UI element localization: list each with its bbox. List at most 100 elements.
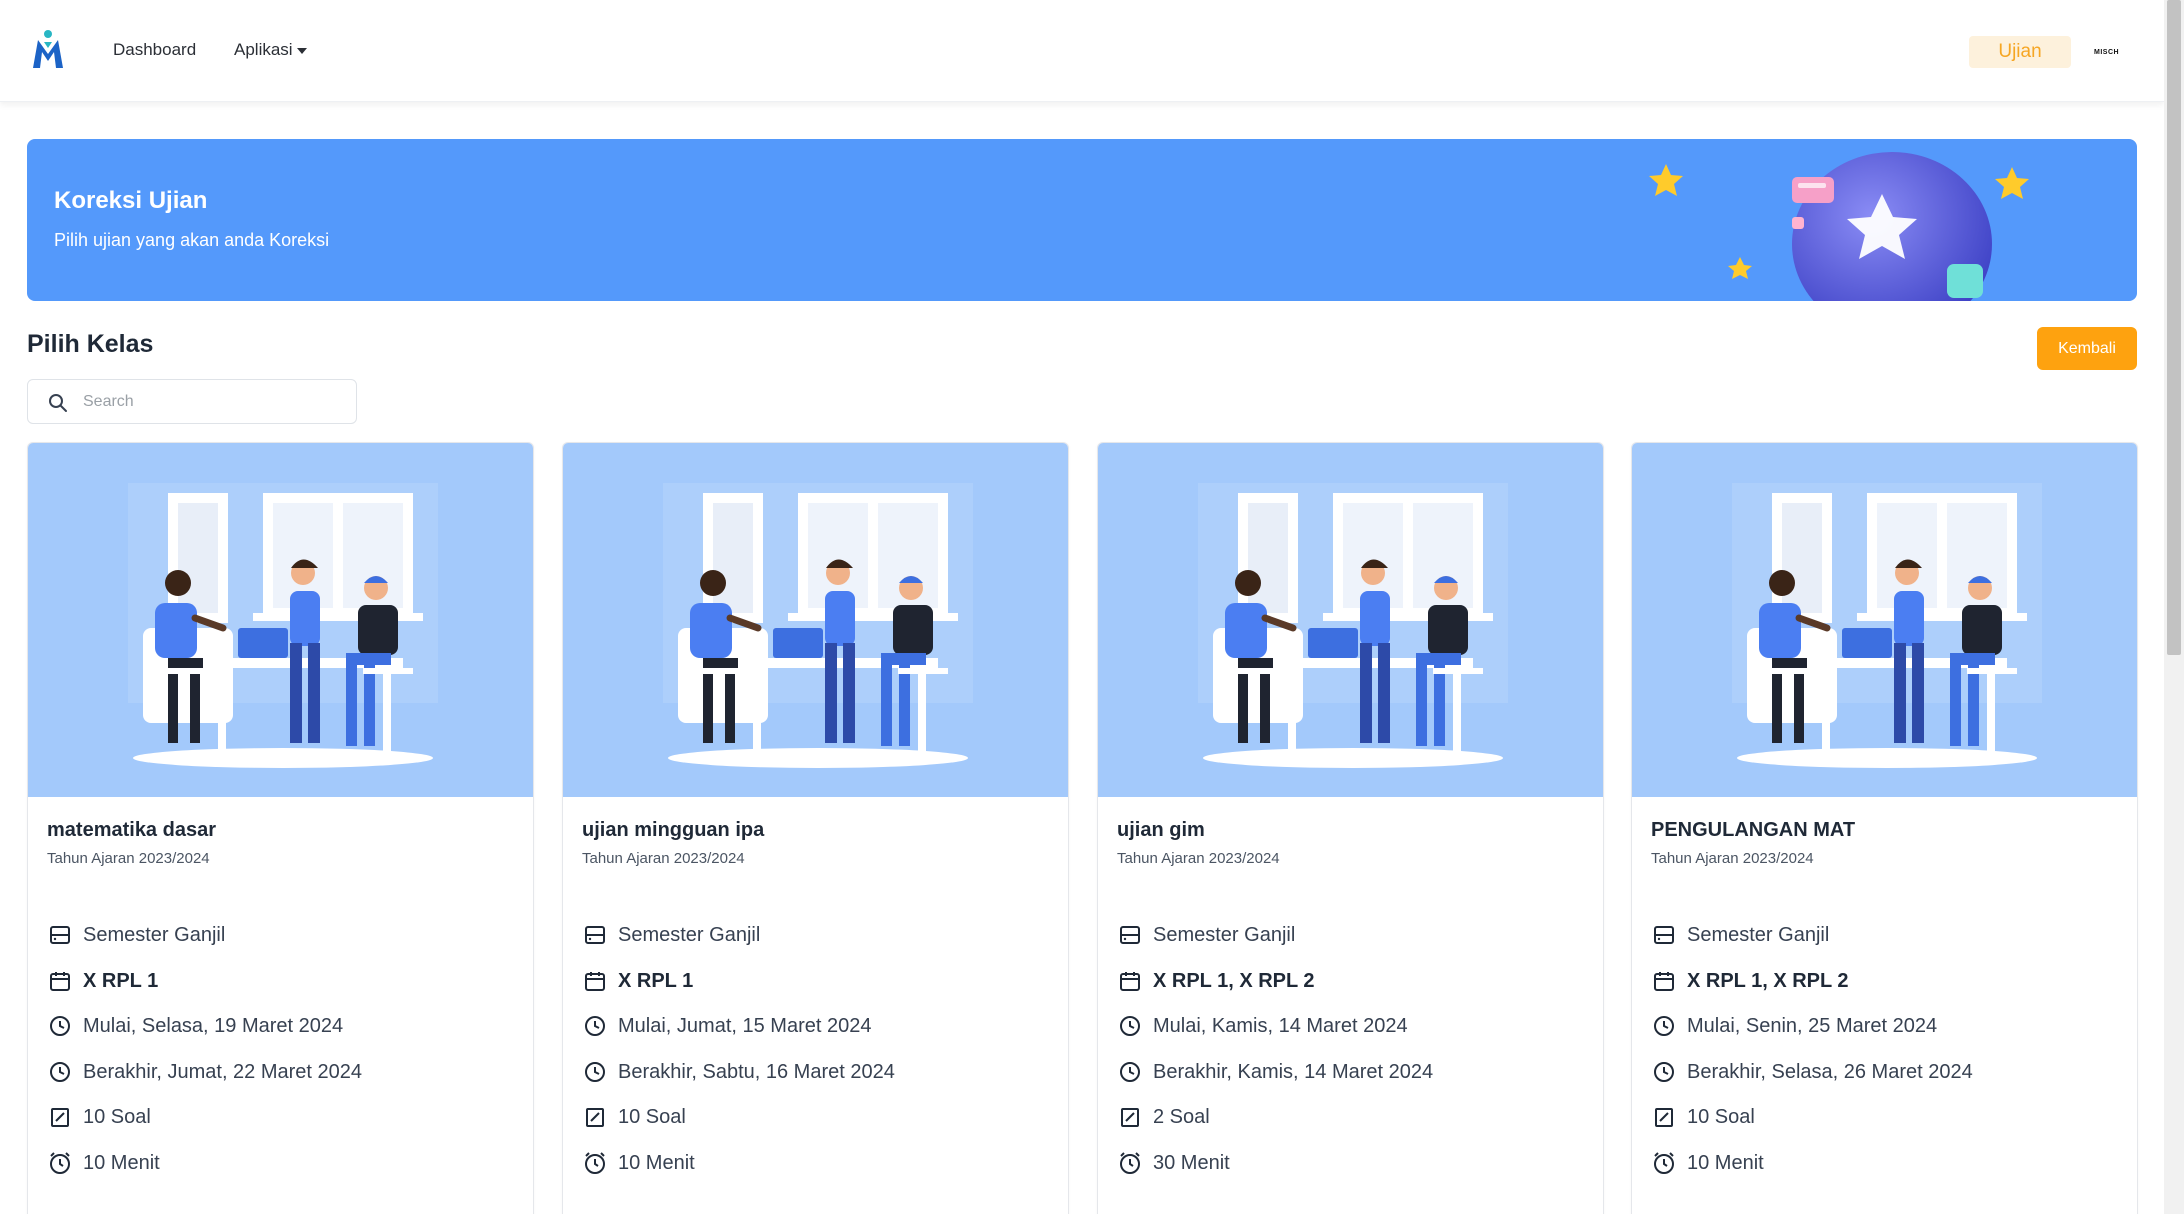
clock-icon	[1117, 1059, 1143, 1085]
section-title: Pilih Kelas	[27, 330, 154, 358]
duration-text: 10 Menit	[83, 1151, 160, 1174]
edit-note-icon	[582, 1104, 608, 1130]
questions-row: 10 Soal	[1651, 1102, 1755, 1132]
classes-text: X RPL 1, X RPL 2	[1687, 969, 1849, 992]
duration-row: 10 Menit	[47, 1148, 160, 1178]
banner-illustration	[1649, 152, 2029, 301]
classes-row: X RPL 1, X RPL 2	[1117, 966, 1315, 996]
card-title: ujian gim	[1117, 819, 1205, 841]
duration-row: 10 Menit	[582, 1148, 695, 1178]
search-box	[27, 379, 357, 424]
banner-title: Koreksi Ujian	[54, 187, 208, 214]
clock-icon	[1117, 1013, 1143, 1039]
exam-card[interactable]: ujian mingguan ipa Tahun Ajaran 2023/202…	[562, 442, 1069, 1214]
semester-text: Semester Ganjil	[1687, 923, 1830, 946]
duration-row: 10 Menit	[1651, 1148, 1764, 1178]
end-text: Berakhir, Jumat, 22 Maret 2024	[83, 1060, 363, 1083]
clock-icon	[47, 1059, 73, 1085]
classes-text: X RPL 1	[83, 969, 159, 992]
star-icon	[1728, 257, 1752, 279]
semester-text: Semester Ganjil	[83, 923, 226, 946]
storage-icon	[1651, 922, 1677, 948]
role-badge[interactable]: Ujian	[1969, 36, 2071, 68]
start-text: Mulai, Kamis, 14 Maret 2024	[1153, 1014, 1408, 1037]
card-year: Tahun Ajaran 2023/2024	[1117, 850, 1280, 867]
banner-subtitle: Pilih ujian yang akan anda Koreksi	[54, 230, 330, 250]
classes-text: X RPL 1, X RPL 2	[1153, 969, 1315, 992]
questions-row: 10 Soal	[582, 1102, 686, 1132]
duration-row: 30 Menit	[1117, 1148, 1230, 1178]
exam-card[interactable]: PENGULANGAN MAT Tahun Ajaran 2023/2024 S…	[1631, 442, 2138, 1214]
alarm-clock-icon	[582, 1150, 608, 1176]
search-icon	[49, 394, 67, 412]
classes-text: X RPL 1	[618, 969, 694, 992]
classes-row: X RPL 1, X RPL 2	[1651, 966, 1849, 996]
storage-icon	[1117, 922, 1143, 948]
edit-note-icon	[1651, 1104, 1677, 1130]
card-illustration	[28, 443, 533, 797]
questions-text: 2 Soal	[1153, 1105, 1210, 1128]
start-row: Mulai, Selasa, 19 Maret 2024	[47, 1011, 343, 1041]
storage-icon	[582, 922, 608, 948]
classes-row: X RPL 1	[582, 966, 693, 996]
calendar-icon	[47, 968, 73, 994]
clock-icon	[582, 1013, 608, 1039]
clock-icon	[47, 1013, 73, 1039]
duration-text: 10 Menit	[1687, 1151, 1764, 1174]
star-icon	[1649, 164, 1683, 196]
card-illustration	[1098, 443, 1603, 797]
clock-icon	[582, 1059, 608, 1085]
storage-icon	[47, 922, 73, 948]
clock-icon	[1651, 1059, 1677, 1085]
exam-card[interactable]: ujian gim Tahun Ajaran 2023/2024 Semeste…	[1097, 442, 1604, 1214]
star-icon	[1995, 167, 2029, 199]
app-logo[interactable]	[30, 28, 66, 70]
card-illustration	[1632, 443, 2137, 797]
start-row: Mulai, Kamis, 14 Maret 2024	[1117, 1011, 1408, 1041]
start-row: Mulai, Senin, 25 Maret 2024	[1651, 1011, 1937, 1041]
search-input[interactable]	[83, 380, 343, 423]
semester-row: Semester Ganjil	[47, 920, 225, 950]
end-text: Berakhir, Kamis, 14 Maret 2024	[1153, 1060, 1434, 1083]
nav-aplikasi-label: Aplikasi	[234, 40, 293, 59]
card-year: Tahun Ajaran 2023/2024	[47, 850, 210, 867]
scrollbar-thumb[interactable]	[2167, 0, 2181, 655]
questions-text: 10 Soal	[1687, 1105, 1755, 1128]
end-row: Berakhir, Kamis, 14 Maret 2024	[1117, 1057, 1433, 1087]
alarm-clock-icon	[1651, 1150, 1677, 1176]
semester-row: Semester Ganjil	[582, 920, 760, 950]
nav-dashboard-link[interactable]: Dashboard	[113, 40, 196, 60]
semester-text: Semester Ganjil	[1153, 923, 1296, 946]
end-text: Berakhir, Selasa, 26 Maret 2024	[1687, 1060, 1973, 1083]
duration-text: 10 Menit	[618, 1151, 695, 1174]
questions-text: 10 Soal	[83, 1105, 151, 1128]
end-row: Berakhir, Selasa, 26 Maret 2024	[1651, 1057, 1973, 1087]
semester-row: Semester Ganjil	[1651, 920, 1829, 950]
alarm-clock-icon	[47, 1150, 73, 1176]
card-title: ujian mingguan ipa	[582, 819, 765, 841]
end-row: Berakhir, Jumat, 22 Maret 2024	[47, 1057, 362, 1087]
questions-text: 10 Soal	[618, 1105, 686, 1128]
duration-text: 30 Menit	[1153, 1151, 1230, 1174]
questions-row: 2 Soal	[1117, 1102, 1210, 1132]
page-scrollbar[interactable]	[2164, 0, 2184, 1214]
back-button[interactable]: Kembali	[2037, 327, 2137, 370]
top-navbar: Dashboard Aplikasi Ujian MISCH	[0, 0, 2164, 102]
user-avatar-logo[interactable]: MISCH	[2094, 49, 2119, 56]
classes-row: X RPL 1	[47, 966, 158, 996]
card-year: Tahun Ajaran 2023/2024	[1651, 850, 1814, 867]
card-year: Tahun Ajaran 2023/2024	[582, 850, 745, 867]
start-text: Mulai, Selasa, 19 Maret 2024	[83, 1014, 344, 1037]
clock-icon	[1651, 1013, 1677, 1039]
card-title: matematika dasar	[47, 819, 216, 841]
card-title: PENGULANGAN MAT	[1651, 819, 1856, 841]
end-row: Berakhir, Sabtu, 16 Maret 2024	[582, 1057, 895, 1087]
nav-aplikasi-dropdown[interactable]: Aplikasi	[234, 40, 307, 60]
exam-card[interactable]: matematika dasar Tahun Ajaran 2023/2024 …	[27, 442, 534, 1214]
start-text: Mulai, Jumat, 15 Maret 2024	[618, 1014, 872, 1037]
calendar-icon	[582, 968, 608, 994]
calendar-icon	[1651, 968, 1677, 994]
end-text: Berakhir, Sabtu, 16 Maret 2024	[618, 1060, 895, 1083]
edit-note-icon	[1117, 1104, 1143, 1130]
start-row: Mulai, Jumat, 15 Maret 2024	[582, 1011, 871, 1041]
